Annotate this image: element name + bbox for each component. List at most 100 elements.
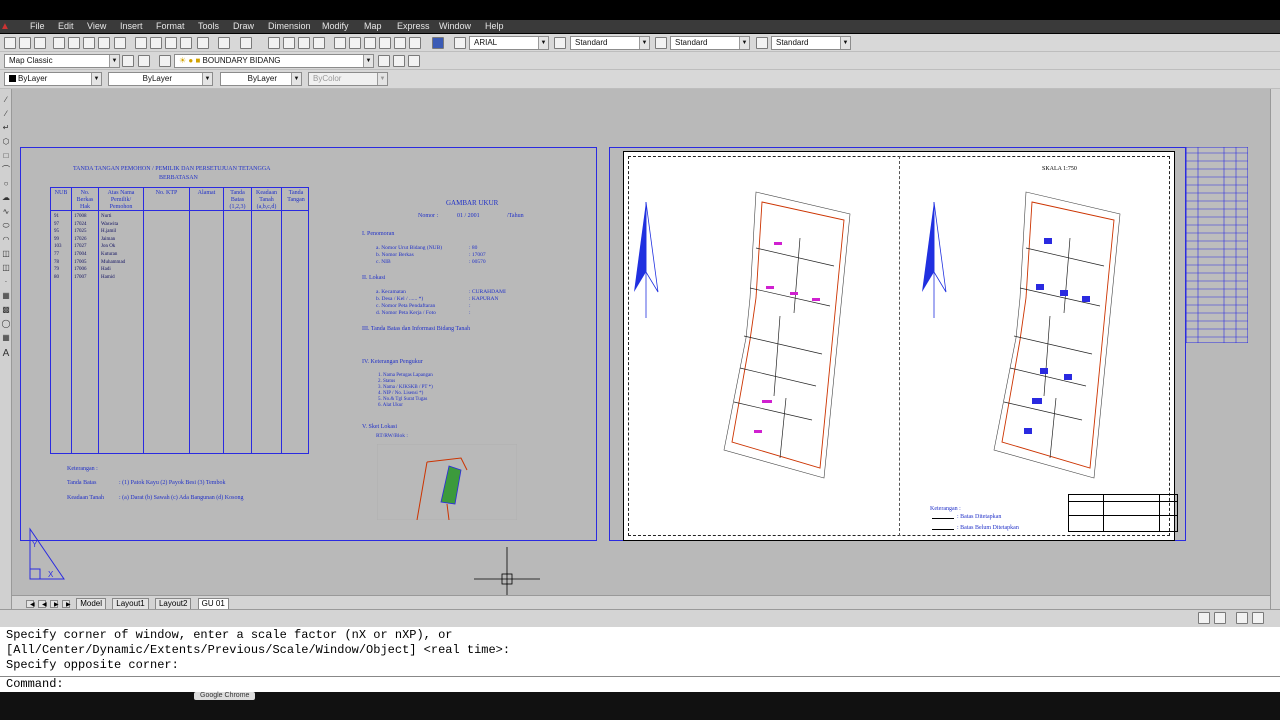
layer-previous-icon[interactable] (393, 55, 405, 67)
last-tab-icon[interactable]: ▶ (62, 600, 71, 608)
publish-icon[interactable] (83, 37, 95, 49)
plot-icon[interactable] (114, 37, 126, 49)
taskbar-item-chrome[interactable]: Google Chrome (194, 692, 256, 700)
menu-edit[interactable]: Edit (58, 20, 74, 33)
arc-icon[interactable]: ⌒ (1, 165, 11, 175)
table-cell: Waswita (101, 221, 119, 227)
open-icon[interactable] (19, 37, 31, 49)
hatch-icon[interactable]: ▦ (1, 291, 11, 301)
linetype-select[interactable]: ByLayer ▼ (108, 72, 213, 86)
match-properties-icon[interactable] (180, 37, 192, 49)
save-icon[interactable] (34, 37, 46, 49)
quickcalc-icon[interactable] (409, 37, 421, 49)
workspace-toolbar: Map Classic ▼ ☀ ● ■ BOUNDARY BIDANG ▼ (0, 52, 1280, 70)
chevron-down-icon: ▼ (739, 37, 749, 49)
lokasi-peta-pendaftaran: c. Nomor Peta Pendaftaran (376, 303, 436, 309)
annotation-scale-icon[interactable] (1214, 612, 1226, 624)
layer-states-icon[interactable] (408, 55, 420, 67)
mleader-style-icon[interactable] (756, 37, 768, 49)
ellipse-icon[interactable]: ⬭ (1, 221, 11, 231)
copy-icon[interactable] (150, 37, 162, 49)
drawing-area[interactable]: ∕ ∕ ↵ ⬡ □ ⌒ ○ ☁ ∿ ⬭ ◠ ◫ ◫ · ▦ ▩ ◯ ▦ A TA… (0, 89, 1280, 610)
polyline-icon[interactable]: ↵ (1, 123, 11, 133)
3d-dwf-icon[interactable] (98, 37, 110, 49)
color-select[interactable]: ByLayer ▼ (4, 72, 102, 86)
menu-format[interactable]: Format (156, 20, 185, 33)
line-icon[interactable]: ∕ (1, 95, 11, 105)
text-style-icon[interactable] (454, 37, 466, 49)
redo-icon[interactable] (240, 37, 252, 49)
zoom-realtime-icon[interactable] (283, 37, 295, 49)
clean-screen-icon[interactable] (1252, 612, 1264, 624)
markup-icon[interactable] (394, 37, 406, 49)
menu-dimension[interactable]: Dimension (268, 20, 311, 33)
revcloud-icon[interactable]: ☁ (1, 193, 11, 203)
rectangle-icon[interactable]: □ (1, 151, 11, 161)
text-style-select[interactable]: Standard ▼ (570, 36, 650, 50)
workspace-settings-icon[interactable] (122, 55, 134, 67)
menu-map[interactable]: Map (364, 20, 382, 33)
mleader-style-select[interactable]: Standard ▼ (771, 36, 851, 50)
pan-icon[interactable] (268, 37, 280, 49)
block-editor-icon[interactable] (197, 37, 209, 49)
menu-help[interactable]: Help (485, 20, 504, 33)
title-block-line (1103, 495, 1104, 531)
menu-draw[interactable]: Draw (233, 20, 254, 33)
table-col-line (281, 188, 282, 453)
table-style-icon[interactable] (655, 37, 667, 49)
first-tab-icon[interactable]: ◀ (26, 600, 35, 608)
zoom-previous-icon[interactable] (313, 37, 325, 49)
dimstyle-icon[interactable] (554, 37, 566, 49)
lokasi-desa: b. Desa / Kel / ...... *) (376, 296, 424, 302)
sheet-set-icon[interactable] (379, 37, 391, 49)
dim-style-select[interactable]: Standard ▼ (670, 36, 750, 50)
header-ktp: No. KTP (155, 190, 178, 196)
menu-view[interactable]: View (87, 20, 106, 33)
menu-modify[interactable]: Modify (322, 20, 349, 33)
polygon-icon[interactable]: ⬡ (1, 137, 11, 147)
point-icon[interactable]: · (1, 277, 11, 287)
lineweight-select[interactable]: ByLayer ▼ (220, 72, 302, 86)
lock-icon[interactable] (138, 55, 150, 67)
print-preview-icon[interactable] (68, 37, 80, 49)
circle-icon[interactable]: ○ (1, 179, 11, 189)
menu-file[interactable]: File (30, 20, 45, 33)
help-icon[interactable] (432, 37, 444, 49)
region-icon[interactable]: ◯ (1, 319, 11, 329)
next-tab-icon[interactable]: ▶ (50, 600, 59, 608)
make-block-icon[interactable]: ◫ (1, 263, 11, 273)
menu-window[interactable]: Window (439, 20, 471, 33)
autocad-logo-icon[interactable]: ▲ (0, 20, 18, 33)
maximize-viewport-icon[interactable] (1198, 612, 1210, 624)
insert-block-icon[interactable]: ◫ (1, 249, 11, 259)
command-input[interactable]: Command: (0, 676, 1280, 692)
print-icon[interactable] (53, 37, 65, 49)
font-select[interactable]: ARIAL ▼ (469, 36, 549, 50)
construction-line-icon[interactable]: ∕ (1, 109, 11, 119)
design-center-icon[interactable] (349, 37, 361, 49)
tool-palettes-icon[interactable] (364, 37, 376, 49)
cut-icon[interactable] (135, 37, 147, 49)
menu-tools[interactable]: Tools (198, 20, 219, 33)
parcel-map-right (993, 191, 1121, 479)
spline-icon[interactable]: ∿ (1, 207, 11, 217)
paste-icon[interactable] (165, 37, 177, 49)
ellipse-arc-icon[interactable]: ◠ (1, 235, 11, 245)
zoom-window-icon[interactable] (298, 37, 310, 49)
make-current-layer-icon[interactable] (378, 55, 390, 67)
layer-select[interactable]: ☀ ● ■ BOUNDARY BIDANG ▼ (174, 54, 374, 68)
menu-insert[interactable]: Insert (120, 20, 143, 33)
undo-icon[interactable] (218, 37, 230, 49)
table-icon[interactable]: ▦ (1, 333, 11, 343)
properties-icon[interactable] (334, 37, 346, 49)
gradient-icon[interactable]: ▩ (1, 305, 11, 315)
workspace-select[interactable]: Map Classic ▼ (4, 54, 120, 68)
vertical-scrollbar[interactable] (1270, 89, 1280, 609)
mtext-icon[interactable]: A (1, 349, 11, 359)
menu-express[interactable]: Express (397, 20, 430, 33)
status-tray-icon[interactable] (1236, 612, 1248, 624)
prev-tab-icon[interactable]: ◀ (38, 600, 47, 608)
new-icon[interactable] (4, 37, 16, 49)
plot-paper: SKALA 1:750 Keterangan : : Batas Ditetap… (623, 151, 1178, 541)
layer-properties-icon[interactable] (159, 55, 171, 67)
